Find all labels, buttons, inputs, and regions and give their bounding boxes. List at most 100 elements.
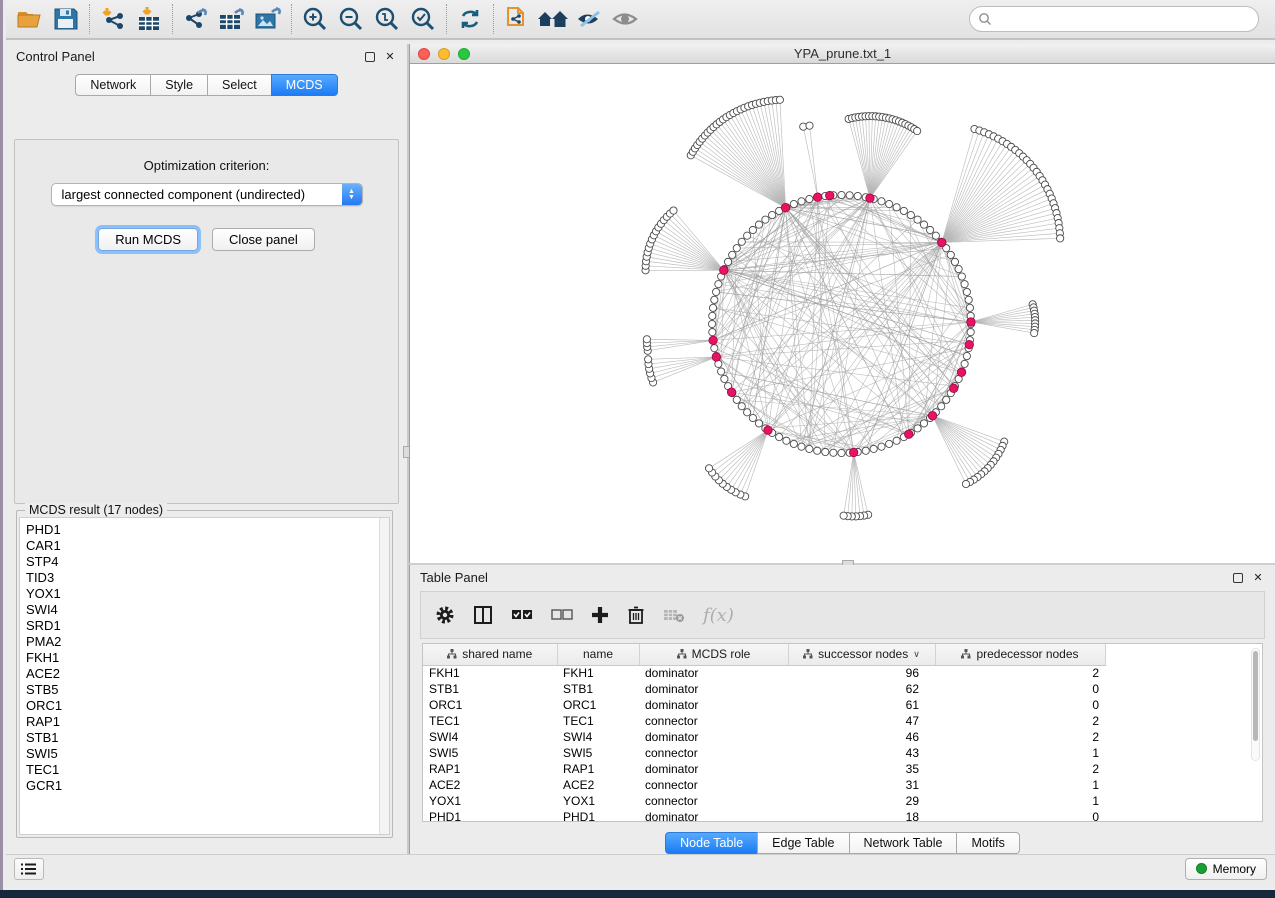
- close-panel-button[interactable]: Close panel: [212, 228, 315, 251]
- satellite-node[interactable]: [776, 96, 783, 103]
- perimeter-node[interactable]: [708, 320, 715, 327]
- satellite-node[interactable]: [1057, 235, 1064, 242]
- column-header-shared-name[interactable]: shared name: [423, 644, 557, 665]
- cell-predecessor-nodes[interactable]: 0: [935, 809, 1105, 822]
- mcds-node-item[interactable]: TID3: [26, 570, 389, 586]
- close-panel-icon[interactable]: ✕: [1251, 570, 1265, 584]
- mcds-hub-node[interactable]: [709, 336, 717, 344]
- table-row[interactable]: SWI4SWI4dominator462: [423, 729, 1105, 745]
- table-row[interactable]: FKH1FKH1dominator962: [423, 665, 1105, 681]
- perimeter-node[interactable]: [961, 360, 968, 367]
- perimeter-node[interactable]: [749, 414, 756, 421]
- cell-shared-name[interactable]: TEC1: [423, 713, 557, 729]
- close-panel-icon[interactable]: ✕: [383, 49, 397, 63]
- cell-name[interactable]: SWI4: [557, 729, 639, 745]
- perimeter-node[interactable]: [783, 437, 790, 444]
- perimeter-node[interactable]: [729, 251, 736, 258]
- cell-successor-nodes[interactable]: 31: [788, 777, 935, 793]
- perimeter-node[interactable]: [907, 211, 914, 218]
- perimeter-node[interactable]: [709, 304, 716, 311]
- cell-MCDS-role[interactable]: dominator: [639, 729, 788, 745]
- column-header-successor-nodes[interactable]: successor nodes∨: [788, 644, 935, 665]
- perimeter-node[interactable]: [920, 420, 927, 427]
- mcds-hub-node[interactable]: [938, 238, 946, 246]
- cell-shared-name[interactable]: FKH1: [423, 665, 557, 681]
- open-folder-icon[interactable]: [12, 3, 48, 35]
- cell-name[interactable]: SWI5: [557, 745, 639, 761]
- refresh-icon[interactable]: [452, 3, 488, 35]
- hide-selected-icon[interactable]: [571, 3, 607, 35]
- perimeter-node[interactable]: [965, 296, 972, 303]
- task-history-button[interactable]: [14, 858, 44, 880]
- perimeter-node[interactable]: [738, 403, 745, 410]
- perimeter-node[interactable]: [744, 232, 751, 239]
- table-row[interactable]: ORC1ORC1dominator610: [423, 697, 1105, 713]
- cell-name[interactable]: YOX1: [557, 793, 639, 809]
- network-graph[interactable]: [410, 64, 1275, 564]
- cell-MCDS-role[interactable]: dominator: [639, 697, 788, 713]
- cell-predecessor-nodes[interactable]: 2: [935, 713, 1105, 729]
- cell-predecessor-nodes[interactable]: 2: [935, 729, 1105, 745]
- float-panel-icon[interactable]: [365, 52, 375, 62]
- mcds-node-item[interactable]: SWI5: [26, 746, 389, 762]
- perimeter-node[interactable]: [920, 221, 927, 228]
- perimeter-node[interactable]: [755, 420, 762, 427]
- perimeter-node[interactable]: [963, 352, 970, 359]
- satellite-node[interactable]: [962, 480, 969, 487]
- cell-shared-name[interactable]: SWI5: [423, 745, 557, 761]
- node-table[interactable]: shared namenameMCDS rolesuccessor nodes∨…: [422, 643, 1263, 822]
- satellite-node[interactable]: [806, 122, 813, 129]
- select-all-icon[interactable]: [511, 608, 533, 622]
- perimeter-node[interactable]: [814, 447, 821, 454]
- perimeter-node[interactable]: [733, 396, 740, 403]
- column-header-name[interactable]: name: [557, 644, 639, 665]
- cell-MCDS-role[interactable]: dominator: [639, 681, 788, 697]
- perimeter-node[interactable]: [878, 198, 885, 205]
- optimization-dropdown[interactable]: largest connected component (undirected)…: [51, 183, 363, 206]
- cell-name[interactable]: RAP1: [557, 761, 639, 777]
- mcds-hub-node[interactable]: [965, 340, 973, 348]
- perimeter-node[interactable]: [878, 443, 885, 450]
- perimeter-node[interactable]: [967, 328, 974, 335]
- perimeter-node[interactable]: [838, 191, 845, 198]
- scrollbar-thumb[interactable]: [1253, 651, 1258, 741]
- perimeter-node[interactable]: [870, 445, 877, 452]
- cell-predecessor-nodes[interactable]: 1: [935, 745, 1105, 761]
- perimeter-node[interactable]: [718, 368, 725, 375]
- tab-style[interactable]: Style: [150, 74, 207, 96]
- search-input[interactable]: [992, 12, 1250, 26]
- mcds-node-item[interactable]: ACE2: [26, 666, 389, 682]
- perimeter-node[interactable]: [724, 258, 731, 265]
- perimeter-node[interactable]: [958, 273, 965, 280]
- perimeter-node[interactable]: [938, 403, 945, 410]
- cell-shared-name[interactable]: SWI4: [423, 729, 557, 745]
- first-neighbors-icon[interactable]: [535, 3, 571, 35]
- tab-edge-table[interactable]: Edge Table: [757, 832, 848, 854]
- mcds-hub-node[interactable]: [720, 266, 728, 274]
- network-canvas[interactable]: [410, 64, 1275, 564]
- cell-MCDS-role[interactable]: connector: [639, 745, 788, 761]
- mcds-node-item[interactable]: SWI4: [26, 602, 389, 618]
- run-mcds-button[interactable]: Run MCDS: [98, 228, 198, 251]
- cell-successor-nodes[interactable]: 29: [788, 793, 935, 809]
- mcds-node-item[interactable]: STB1: [26, 730, 389, 746]
- perimeter-node[interactable]: [951, 258, 958, 265]
- perimeter-node[interactable]: [886, 200, 893, 207]
- mcds-node-item[interactable]: RAP1: [26, 714, 389, 730]
- tab-motifs[interactable]: Motifs: [956, 832, 1019, 854]
- search-box[interactable]: [969, 6, 1259, 32]
- mcds-hub-node[interactable]: [781, 203, 789, 211]
- mcds-hub-node[interactable]: [727, 388, 735, 396]
- mcds-node-item[interactable]: ORC1: [26, 698, 389, 714]
- perimeter-node[interactable]: [854, 192, 861, 199]
- mcds-hub-node[interactable]: [967, 318, 975, 326]
- perimeter-node[interactable]: [798, 198, 805, 205]
- mcds-hub-node[interactable]: [957, 368, 965, 376]
- perimeter-node[interactable]: [798, 443, 805, 450]
- cell-shared-name[interactable]: PHD1: [423, 809, 557, 822]
- perimeter-node[interactable]: [721, 375, 728, 382]
- export-table-icon[interactable]: [214, 3, 250, 35]
- tab-node-table[interactable]: Node Table: [665, 832, 757, 854]
- satellite-node[interactable]: [1031, 329, 1038, 336]
- table-row[interactable]: PHD1PHD1dominator180: [423, 809, 1105, 822]
